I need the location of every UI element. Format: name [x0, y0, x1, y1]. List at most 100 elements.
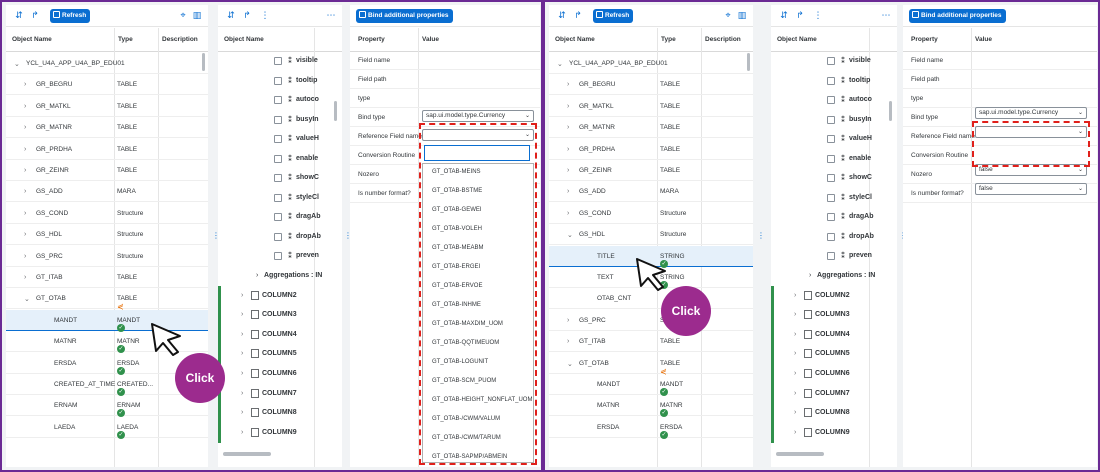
- chevron-right-icon[interactable]: ›: [241, 292, 243, 299]
- node-checkbox[interactable]: [827, 193, 835, 202]
- resize-handle-icon[interactable]: ⋮: [757, 232, 765, 240]
- tree-row[interactable]: › GS_ADD MARA: [549, 181, 753, 203]
- property-node[interactable]: ⁑ busyIn: [771, 110, 897, 130]
- chevron-down-icon[interactable]: ⌄: [1078, 184, 1083, 194]
- expand-level-icon[interactable]: ⋮: [813, 10, 823, 20]
- column-node[interactable]: › COLUMN4: [771, 324, 897, 345]
- chevron-right-icon[interactable]: ›: [24, 167, 26, 174]
- chevron-right-icon[interactable]: ›: [24, 146, 26, 153]
- expand-level-icon[interactable]: ⋮: [260, 10, 270, 20]
- property-node[interactable]: ⁑ autoco: [218, 90, 342, 110]
- bind-type-select[interactable]: sap.ui.model.type.Currency ⌄: [422, 110, 534, 122]
- tree-row[interactable]: › GR_MATNR TABLE: [6, 117, 208, 139]
- bind-additional-properties-button[interactable]: Bind additional properties: [356, 9, 453, 23]
- property-node[interactable]: ⁑ enable: [218, 149, 342, 169]
- property-node[interactable]: ⁑ valueH: [218, 129, 342, 149]
- node-checkbox[interactable]: [274, 76, 282, 85]
- property-node[interactable]: ⁑ valueH: [771, 129, 897, 149]
- chevron-right-icon[interactable]: ›: [567, 124, 569, 131]
- tree-row[interactable]: › GT_ITAB TABLE: [549, 331, 753, 353]
- chevron-right-icon[interactable]: ›: [24, 188, 26, 195]
- node-checkbox[interactable]: [827, 252, 835, 260]
- aggregation-node[interactable]: › Aggregations : IN: [218, 266, 342, 286]
- tree-row[interactable]: › GR_MATKL TABLE: [549, 96, 753, 117]
- chevron-right-icon[interactable]: ›: [24, 274, 26, 281]
- tree-row[interactable]: › GS_COND Structure: [6, 203, 208, 224]
- tree-row[interactable]: OTAB_CNT: [549, 288, 753, 310]
- layout-icon[interactable]: ▥: [737, 10, 747, 20]
- refresh-button[interactable]: Refresh: [593, 9, 634, 23]
- collapse-icon[interactable]: ↱: [573, 10, 583, 20]
- chevron-down-icon[interactable]: ⌄: [567, 231, 573, 239]
- node-checkbox[interactable]: [274, 154, 282, 163]
- node-checkbox[interactable]: [827, 57, 835, 65]
- tree-row[interactable]: ›GS_PRCStructure: [549, 310, 753, 331]
- bind-type-select[interactable]: sap.ui.model.type.Currency ⌄: [975, 107, 1087, 119]
- property-node[interactable]: ⁑ preven: [771, 246, 897, 266]
- sort-icon[interactable]: ⇵: [557, 10, 567, 20]
- column-node[interactable]: › COLUMN2: [771, 285, 897, 306]
- crosshair-icon[interactable]: ⌖: [723, 10, 733, 20]
- tree-row[interactable]: ERNAM ✓ ERNAM: [6, 395, 208, 418]
- tree-row[interactable]: › GR_PRDHA TABLE: [6, 139, 208, 160]
- node-checkbox[interactable]: [827, 96, 835, 104]
- chevron-right-icon[interactable]: ›: [567, 317, 569, 324]
- node-checkbox[interactable]: [274, 232, 282, 241]
- chevron-right-icon[interactable]: ›: [567, 338, 569, 345]
- column-node[interactable]: › COLUMN3: [771, 305, 897, 326]
- tree-row[interactable]: ⌄ YCL_U4A_APP_U4A_BP_EDU01: [6, 53, 208, 74]
- tree-row[interactable]: ⌄ GT_OTAB ⋞ TABLE: [549, 353, 753, 376]
- column-node[interactable]: › COLUMN8: [218, 403, 342, 424]
- node-checkbox[interactable]: [274, 135, 282, 143]
- chevron-right-icon[interactable]: ›: [794, 429, 796, 436]
- chevron-down-icon[interactable]: ⌄: [567, 360, 573, 368]
- column-node[interactable]: › COLUMN9: [218, 422, 342, 443]
- tree-row[interactable]: ›GS_PRCStructure: [6, 246, 208, 267]
- property-node[interactable]: ⁑ dragAb: [771, 207, 897, 227]
- bind-additional-properties-button[interactable]: Bind additional properties: [909, 9, 1006, 23]
- sort-icon[interactable]: ⇵: [779, 10, 789, 20]
- refresh-button[interactable]: Refresh: [50, 9, 91, 23]
- chevron-right-icon[interactable]: ›: [241, 350, 243, 357]
- chevron-right-icon[interactable]: ›: [24, 210, 26, 217]
- chevron-right-icon[interactable]: ›: [241, 331, 243, 338]
- node-checkbox[interactable]: [827, 232, 835, 241]
- chevron-right-icon[interactable]: ›: [24, 103, 26, 110]
- sort-icon[interactable]: ⇵: [226, 10, 236, 20]
- property-node[interactable]: ⁑ dropAb: [218, 227, 342, 247]
- property-node[interactable]: ⁑ visible: [218, 51, 342, 71]
- node-checkbox[interactable]: [274, 57, 282, 65]
- chevron-right-icon[interactable]: ›: [794, 370, 796, 377]
- chevron-right-icon[interactable]: ›: [24, 231, 26, 238]
- chevron-right-icon[interactable]: ›: [794, 390, 796, 397]
- collapse-icon[interactable]: ↱: [795, 10, 805, 20]
- tree-row[interactable]: › GR_PRDHA TABLE: [549, 139, 753, 160]
- tree-row[interactable]: › GT_ITAB TABLE: [6, 267, 208, 288]
- chevron-right-icon[interactable]: ›: [567, 103, 569, 110]
- column-node[interactable]: › COLUMN7: [218, 383, 342, 404]
- number-format-select[interactable]: false ⌄: [975, 183, 1087, 195]
- property-node[interactable]: ⁑ showC: [771, 168, 897, 188]
- tree-row[interactable]: ERSDA ✓ ERSDA: [549, 417, 753, 439]
- chevron-right-icon[interactable]: ›: [241, 311, 243, 318]
- chevron-down-icon[interactable]: ⌄: [14, 60, 20, 68]
- more-icon[interactable]: ⋯: [326, 10, 336, 20]
- resize-handle-icon[interactable]: ⋮: [344, 232, 352, 240]
- tree-row[interactable]: › GR_ZEINR TABLE: [549, 160, 753, 181]
- chevron-right-icon[interactable]: ›: [794, 350, 796, 357]
- tree-row[interactable]: › GR_MATNR TABLE: [549, 117, 753, 139]
- chevron-right-icon[interactable]: ›: [567, 210, 569, 217]
- column-node[interactable]: › COLUMN8: [771, 403, 897, 424]
- tree-row[interactable]: › GS_ADD MARA: [6, 181, 208, 203]
- tree-row[interactable]: › GR_BEGRU TABLE: [549, 74, 753, 96]
- column-node[interactable]: › COLUMN3: [218, 305, 342, 326]
- chevron-down-icon[interactable]: ⌄: [557, 60, 563, 68]
- layout-icon[interactable]: ▥: [192, 10, 202, 20]
- column-node[interactable]: › COLUMN6: [218, 363, 342, 384]
- tree-row[interactable]: › GS_COND Structure: [549, 203, 753, 224]
- property-node[interactable]: ⁑ autoco: [771, 90, 897, 110]
- property-node[interactable]: ⁑ tooltip: [218, 71, 342, 91]
- column-node[interactable]: › COLUMN5: [218, 344, 342, 365]
- chevron-right-icon[interactable]: ›: [794, 311, 796, 318]
- property-node[interactable]: ⁑ visible: [771, 51, 897, 71]
